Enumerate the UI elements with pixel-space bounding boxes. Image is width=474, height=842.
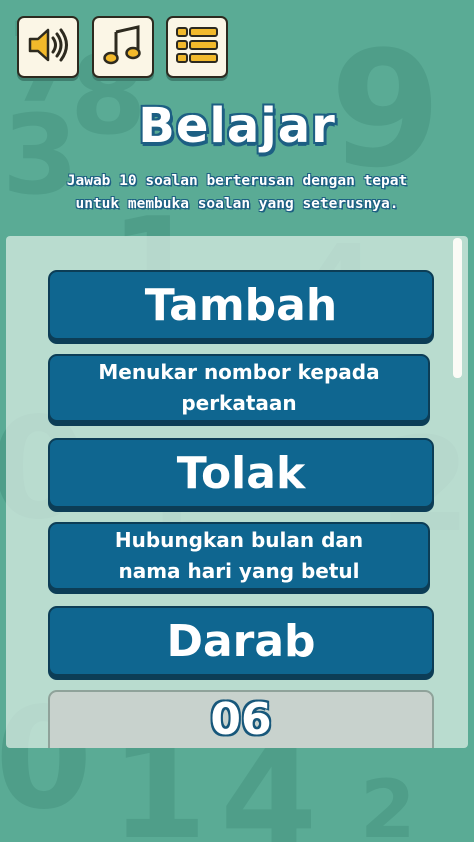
scrollbar-thumb[interactable]: [453, 238, 462, 378]
lesson-button-tambah[interactable]: Tambah: [48, 270, 434, 340]
lesson-button-darab[interactable]: Darab: [48, 606, 434, 676]
lesson-label-line: Hubungkan bulan dan: [114, 528, 364, 552]
music-note-icon: [103, 24, 143, 70]
page-title: Belajar: [138, 98, 336, 154]
lesson-label-line: perkataan: [181, 391, 297, 415]
lesson-label: Hubungkan bulan dan nama hari yang betul: [115, 525, 363, 587]
lesson-label: Tambah: [144, 279, 338, 331]
lesson-button-hubungkan-bulan[interactable]: Hubungkan bulan dan nama hari yang betul: [48, 522, 430, 590]
lesson-label: Darab: [166, 615, 316, 667]
bg-digit: 2: [360, 763, 416, 842]
sound-button[interactable]: [17, 16, 79, 78]
lesson-label: Menukar nombor kepada perkataan: [98, 357, 379, 419]
menu-button[interactable]: [166, 16, 228, 78]
music-button[interactable]: [92, 16, 154, 78]
page-subtitle: Jawab 10 soalan berterusan dengan tepat …: [10, 170, 464, 216]
lesson-button-menukar-nombor[interactable]: Menukar nombor kepada perkataan: [48, 354, 430, 422]
lesson-list[interactable]: Tambah Menukar nombor kepada perkataan T…: [6, 236, 468, 748]
lesson-button-tolak[interactable]: Tolak: [48, 438, 434, 508]
lesson-label-line: Menukar nombor kepada: [98, 360, 380, 384]
list-menu-icon: [175, 25, 219, 69]
lesson-button-locked[interactable]: 06: [48, 690, 434, 748]
lesson-label-line: nama hari yang betul: [118, 559, 360, 583]
lesson-label: 06: [210, 694, 272, 745]
speaker-icon: [26, 26, 70, 68]
lesson-label: Tolak: [176, 447, 306, 499]
subtitle-line: untuk membuka soalan yang seterusnya.: [75, 196, 399, 212]
subtitle-line: Jawab 10 soalan berterusan dengan tepat: [66, 173, 408, 189]
